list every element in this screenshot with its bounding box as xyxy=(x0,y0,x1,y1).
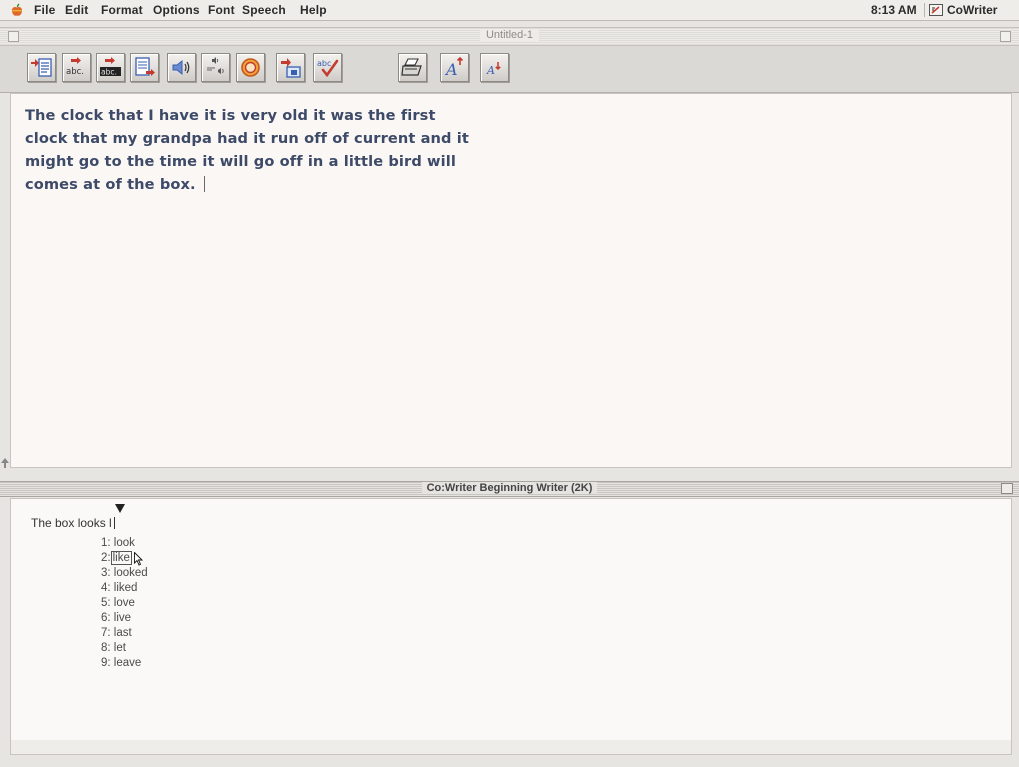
document-list-icon xyxy=(31,58,52,77)
document-title: Untitled-1 xyxy=(479,29,540,41)
document-line: The clock that I have it is very old it … xyxy=(25,107,436,124)
document-text-area[interactable]: The clock that I have it is very old it … xyxy=(10,93,1012,468)
document-line: clock that my grandpa had it run off of … xyxy=(25,130,469,147)
prediction-word-selected: like xyxy=(110,551,132,565)
cowriter-title: Co:Writer Beginning Writer (2K) xyxy=(421,482,598,494)
document-arrow-icon xyxy=(135,57,155,76)
cowriter-app-icon xyxy=(929,4,943,16)
mouse-pointer-icon xyxy=(134,552,143,566)
speak-word-button[interactable]: abc. xyxy=(62,53,91,82)
cowriter-prediction-area[interactable]: The box looks l 1: look 2: like 3: looked… xyxy=(10,498,1012,741)
prediction-item[interactable]: 8: let xyxy=(101,641,148,656)
document-list-button[interactable] xyxy=(27,53,56,82)
menu-font[interactable]: Font xyxy=(208,3,235,17)
svg-text:A: A xyxy=(486,64,495,77)
speaker-icon xyxy=(172,59,190,76)
svg-text:abc.: abc. xyxy=(66,67,84,77)
cowriter-input-cursor xyxy=(113,517,115,529)
insertion-pointer-icon xyxy=(115,504,125,513)
record-button[interactable] xyxy=(236,53,265,82)
prediction-item[interactable]: 7: last xyxy=(101,626,148,641)
document-line: might go to the time it will go off in a… xyxy=(25,153,456,170)
prediction-item[interactable]: 3: looked xyxy=(101,566,148,581)
cowriter-zoom-box[interactable] xyxy=(1001,483,1013,494)
prediction-item[interactable]: 1: look xyxy=(101,536,148,551)
cowriter-input-text: The box looks l xyxy=(31,516,112,530)
menu-file[interactable]: File xyxy=(34,3,55,17)
document-text[interactable]: The clock that I have it is very old it … xyxy=(25,104,505,196)
prediction-word: last xyxy=(113,627,132,639)
speak-document-button[interactable] xyxy=(130,53,159,82)
zoom-box[interactable] xyxy=(1000,31,1011,42)
document-line: comes at of the box. xyxy=(25,173,505,196)
prediction-item[interactable]: 9: leave xyxy=(101,656,148,671)
svg-text:abc: abc xyxy=(317,59,331,68)
spell-check-icon: abc xyxy=(317,59,339,78)
apple-icon[interactable] xyxy=(10,3,24,17)
prediction-word: let xyxy=(113,642,126,654)
abc-arrow-icon: abc. xyxy=(66,57,84,77)
menu-bar: File Edit Format Options Font Speech Hel… xyxy=(0,0,1019,21)
menu-clock[interactable]: 8:13 AM xyxy=(871,3,917,17)
prediction-word: look xyxy=(113,537,135,549)
window-transfer-icon xyxy=(281,58,301,78)
svg-text:A: A xyxy=(444,60,458,79)
repeat-speech-icon xyxy=(207,57,224,74)
prediction-word: looked xyxy=(113,567,148,579)
repeat-speech-button[interactable] xyxy=(201,53,230,82)
menu-edit[interactable]: Edit xyxy=(65,3,88,17)
resize-arrow-icon[interactable] xyxy=(1,458,9,468)
menu-separator xyxy=(924,3,925,17)
menu-speech[interactable]: Speech xyxy=(242,3,286,17)
font-larger-icon: A xyxy=(444,56,464,79)
prediction-word: love xyxy=(113,597,135,609)
record-icon xyxy=(241,58,260,77)
font-larger-button[interactable]: A xyxy=(440,53,469,82)
print-button[interactable] xyxy=(398,53,427,82)
prediction-item[interactable]: 5: love xyxy=(101,596,148,611)
app-name: CoWriter xyxy=(947,3,998,17)
transfer-to-window-button[interactable] xyxy=(276,53,305,82)
prediction-item[interactable]: 6: live xyxy=(101,611,148,626)
toolbar: abc. abc. abc A A xyxy=(0,46,1019,93)
document-title-bar[interactable]: Untitled-1 xyxy=(0,27,1019,46)
cowriter-input[interactable]: The box looks l xyxy=(31,516,115,530)
prediction-word: leave xyxy=(113,657,142,669)
prediction-item[interactable]: 4: liked xyxy=(101,581,148,596)
application-menu[interactable]: CoWriter xyxy=(929,2,997,18)
menu-format[interactable]: Format xyxy=(101,3,143,17)
speak-button[interactable] xyxy=(167,53,196,82)
prediction-word: live xyxy=(113,612,132,624)
cowriter-title-bar[interactable]: Co:Writer Beginning Writer (2K) xyxy=(0,481,1019,497)
menu-options[interactable]: Options xyxy=(153,3,200,17)
speak-sentence-button[interactable]: abc. xyxy=(96,53,125,82)
menu-help[interactable]: Help xyxy=(300,3,327,17)
svg-text:abc.: abc. xyxy=(101,68,117,77)
font-smaller-icon: A xyxy=(486,62,501,77)
printer-icon xyxy=(401,58,422,76)
spell-check-button[interactable]: abc xyxy=(313,53,342,82)
cowriter-bottom-bar xyxy=(10,740,1012,755)
abc-arrow-dark-icon: abc. xyxy=(100,57,121,77)
text-cursor xyxy=(203,176,205,192)
prediction-word: liked xyxy=(113,582,138,594)
font-smaller-button[interactable]: A xyxy=(480,53,509,82)
